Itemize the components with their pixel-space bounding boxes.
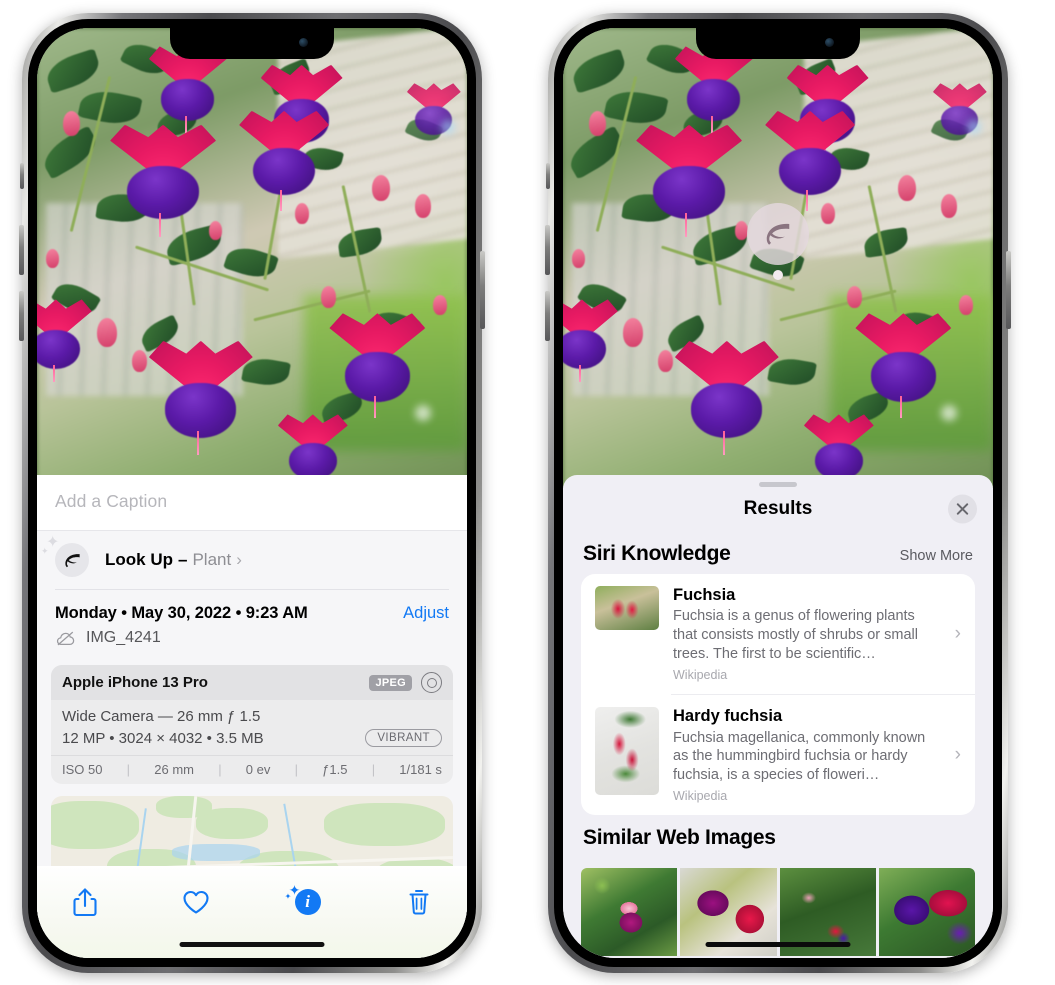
result-source: Wikipedia — [673, 789, 728, 804]
siri-knowledge-card: Fuchsia Fuchsia is a genus of flowering … — [581, 574, 975, 816]
lookup-section: ✦ ✦ Look Up – Plant › Monday • May 30, 2… — [37, 530, 467, 916]
exif-ev: 0 ev — [245, 762, 271, 777]
siri-knowledge-header: Siri Knowledge Show More — [563, 531, 993, 574]
camera-device-name: Apple iPhone 13 Pro — [62, 674, 208, 691]
front-camera — [825, 38, 834, 47]
raw-circle-icon — [421, 672, 442, 693]
info-button[interactable]: ✦ ✦ i — [284, 882, 328, 922]
image-specs: 12 MP • 3024 × 4032 • 3.5 MB — [62, 729, 264, 747]
result-description: Fuchsia magellanica, commonly known as t… — [673, 729, 926, 783]
heart-icon — [182, 889, 210, 915]
trash-icon — [407, 888, 431, 916]
result-title: Fuchsia — [673, 586, 736, 604]
power-button[interactable] — [1006, 251, 1011, 329]
silent-switch[interactable] — [546, 163, 550, 189]
leaf-icon: ✦ ✦ — [41, 535, 89, 577]
caption-input[interactable]: Add a Caption — [37, 475, 467, 530]
icloud-slash-icon — [55, 630, 77, 647]
result-thumbnail — [595, 586, 659, 630]
left-phone-bezel: Add a Caption ✦ ✦ Look Up – Plant › Mond… — [28, 19, 476, 967]
photo-metadata-section: Monday • May 30, 2022 • 9:23 AM Adjust I… — [37, 590, 467, 657]
visual-lookup-leaf-badge[interactable] — [747, 203, 809, 265]
close-icon — [955, 502, 970, 517]
share-button[interactable] — [65, 882, 105, 922]
photographic-style-badge: VIBRANT — [365, 729, 442, 747]
results-sheet: Results Siri Knowledge Show More Fuchsia… — [563, 475, 993, 958]
exif-separator: | — [371, 762, 376, 777]
visual-lookup-anchor-dot — [773, 270, 783, 280]
volume-up-button[interactable] — [19, 225, 24, 275]
exif-focal: 26 mm — [154, 762, 194, 777]
left-phone-screen: Add a Caption ✦ ✦ Look Up – Plant › Mond… — [37, 28, 467, 958]
favorite-button[interactable] — [176, 882, 216, 922]
list-item[interactable]: Hardy fuchsia Fuchsia magellanica, commo… — [581, 695, 975, 815]
web-image-1[interactable] — [581, 868, 678, 957]
exif-separator: | — [126, 762, 131, 777]
sparkle-small-icon: ✦ — [41, 546, 49, 556]
look-up-label-group: Look Up – Plant › — [105, 550, 242, 570]
section-title: Siri Knowledge — [583, 542, 731, 565]
photo-filename: IMG_4241 — [86, 629, 161, 646]
volume-up-button[interactable] — [545, 225, 550, 275]
photo-viewer[interactable] — [37, 28, 467, 488]
exif-separator: | — [294, 762, 298, 777]
right-phone-bezel: Results Siri Knowledge Show More Fuchsia… — [554, 19, 1002, 967]
result-description: Fuchsia is a genus of flowering plants t… — [673, 608, 918, 662]
similar-web-images-header: Similar Web Images — [563, 815, 993, 858]
power-button[interactable] — [480, 251, 485, 329]
camera-info-card[interactable]: Apple iPhone 13 Pro JPEG Wide Camera — 2… — [51, 665, 453, 784]
look-up-dash: – — [178, 550, 188, 569]
front-camera — [299, 38, 308, 47]
exif-separator: | — [218, 762, 222, 777]
result-thumbnail — [595, 707, 659, 796]
home-indicator[interactable] — [705, 942, 851, 947]
screenshot-stage: Add a Caption ✦ ✦ Look Up – Plant › Mond… — [0, 0, 1055, 985]
volume-down-button[interactable] — [19, 291, 24, 341]
volume-down-button[interactable] — [545, 291, 550, 341]
sparkle-icon: ✦ — [46, 534, 60, 551]
chevron-right-icon: › — [236, 550, 242, 569]
exif-aperture: ƒ1.5 — [322, 762, 348, 777]
left-phone-device: Add a Caption ✦ ✦ Look Up – Plant › Mond… — [19, 13, 485, 973]
results-title: Results — [743, 498, 813, 519]
leaf-icon — [763, 219, 793, 249]
web-image-4[interactable] — [878, 868, 975, 957]
section-title: Similar Web Images — [583, 826, 776, 850]
exif-iso: ISO 50 — [62, 762, 103, 777]
right-phone-screen: Results Siri Knowledge Show More Fuchsia… — [563, 28, 993, 958]
device-notch — [696, 28, 860, 59]
results-header: Results — [563, 487, 993, 531]
show-more-button[interactable]: Show More — [900, 548, 973, 564]
lens-info: Wide Camera — 26 mm ƒ 1.5 — [62, 708, 261, 725]
list-item[interactable]: Fuchsia Fuchsia is a genus of flowering … — [581, 574, 975, 694]
silent-switch[interactable] — [20, 163, 24, 189]
share-icon — [72, 887, 98, 917]
result-title: Hardy fuchsia — [673, 707, 783, 726]
home-indicator[interactable] — [179, 942, 325, 947]
chevron-right-icon: › — [954, 623, 961, 645]
adjust-button[interactable]: Adjust — [403, 604, 449, 623]
exif-row: ISO 50 | 26 mm | 0 ev | ƒ1.5 | 1/181 s — [51, 755, 453, 784]
photo-datetime: Monday • May 30, 2022 • 9:23 AM — [55, 604, 308, 622]
format-badge: JPEG — [369, 674, 412, 691]
device-notch — [170, 28, 334, 59]
right-phone-device: Results Siri Knowledge Show More Fuchsia… — [545, 13, 1011, 973]
exif-shutter: 1/181 s — [399, 762, 442, 777]
look-up-subject: Plant — [192, 550, 232, 569]
sparkle-small-icon: ✦ — [284, 892, 292, 901]
delete-button[interactable] — [399, 882, 439, 922]
close-button[interactable] — [948, 494, 977, 524]
chevron-right-icon: › — [954, 744, 961, 766]
look-up-plant-row[interactable]: ✦ ✦ Look Up – Plant › — [37, 531, 467, 589]
photo-info-panel: Add a Caption ✦ ✦ Look Up – Plant › Mond… — [37, 475, 467, 958]
look-up-label: Look Up — [105, 550, 173, 569]
result-source: Wikipedia — [673, 668, 728, 683]
